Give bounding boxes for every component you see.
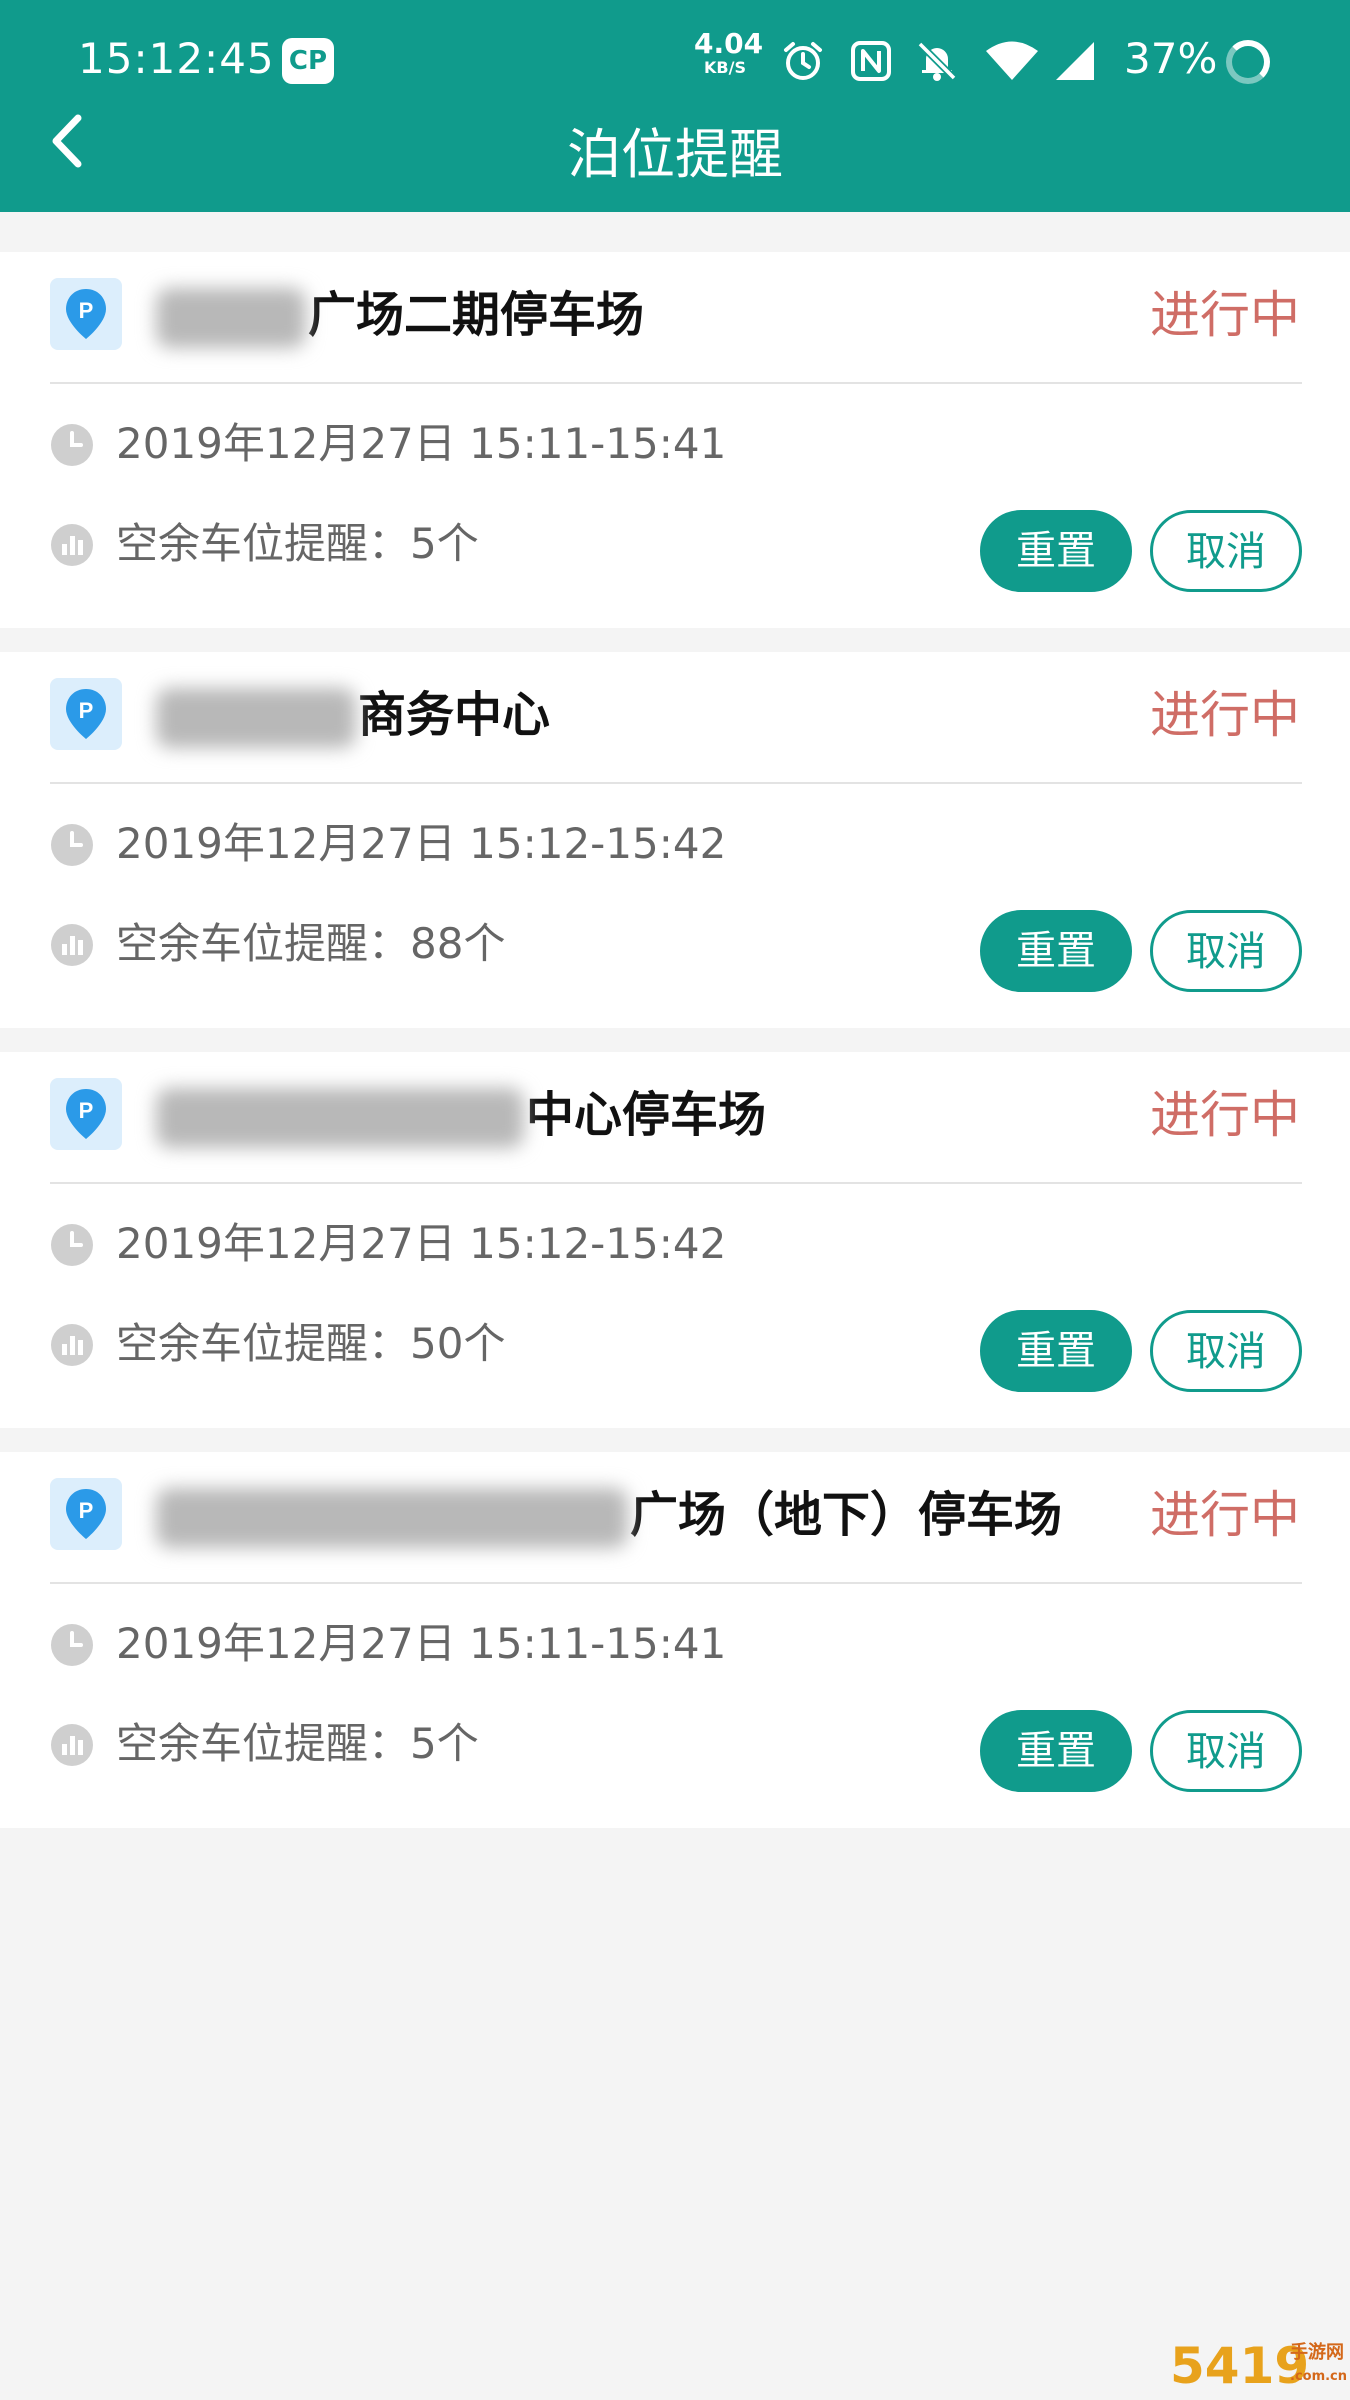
app-badge-icon: CP — [282, 38, 334, 84]
page-title: 泊位提醒 — [567, 123, 783, 186]
svg-text:P: P — [79, 1098, 94, 1123]
clock-icon — [51, 1624, 93, 1666]
alarm-icon — [784, 42, 822, 80]
parking-icon: P — [50, 278, 122, 350]
clock-icon — [51, 1224, 93, 1266]
cancel-button[interactable]: 取消 — [1150, 510, 1302, 592]
network-speed-unit: KB/S — [704, 58, 746, 77]
status-badge: 进行中 — [1150, 286, 1300, 344]
reminder-datetime: 2019年12月27日 15:11-15:41 — [116, 1619, 727, 1668]
wifi-icon — [986, 41, 1038, 80]
bar-chart-icon — [51, 1724, 93, 1766]
reset-button[interactable]: 重置 — [980, 1310, 1132, 1392]
parking-lot-name: 广场（地下）停车场 — [156, 1480, 1062, 1550]
mute-notifications-icon — [917, 41, 957, 81]
reset-button[interactable]: 重置 — [980, 510, 1132, 592]
svg-text:P: P — [79, 298, 94, 323]
spots-threshold: 空余车位提醒：50个 — [116, 1319, 506, 1368]
network-speed-value: 4.04 — [694, 27, 764, 60]
bar-chart-icon — [51, 924, 93, 966]
reminder-card[interactable]: P 商务中心 进行中 2019年12月27日 15:12-15:42 空余车位提… — [0, 652, 1350, 1028]
battery-icon — [1226, 40, 1270, 84]
reminder-datetime: 2019年12月27日 15:11-15:41 — [116, 419, 727, 468]
redacted-name-prefix — [156, 288, 306, 348]
spots-threshold: 空余车位提醒：88个 — [116, 919, 506, 968]
spots-threshold: 空余车位提醒：5个 — [116, 519, 479, 568]
parking-icon: P — [50, 678, 122, 750]
svg-text:P: P — [79, 1498, 94, 1523]
watermark-text: 手游网 .com.cn — [1290, 2342, 1348, 2384]
card-header: P 广场（地下）停车场 进行中 — [0, 1452, 1350, 1582]
app-header: 15:12:45 CP 4.04 KB/S 37% 泊位提醒 — [0, 0, 1350, 212]
clock-icon — [51, 824, 93, 866]
card-header: P 广场二期停车场 进行中 — [0, 252, 1350, 382]
bar-chart-icon — [51, 1324, 93, 1366]
divider — [50, 1182, 1302, 1184]
clock-icon — [51, 424, 93, 466]
parking-icon: P — [50, 1078, 122, 1150]
status-time: 15:12:45 — [78, 34, 275, 83]
svg-text:P: P — [79, 698, 94, 723]
bar-chart-icon — [51, 524, 93, 566]
parking-lot-name: 商务中心 — [156, 680, 550, 750]
reminder-card[interactable]: P 广场二期停车场 进行中 2019年12月27日 15:11-15:41 空余… — [0, 252, 1350, 628]
signal-icon — [1056, 42, 1094, 80]
reset-button[interactable]: 重置 — [980, 910, 1132, 992]
redacted-name-prefix — [156, 1488, 628, 1548]
redacted-name-prefix — [156, 688, 356, 748]
card-header: P 商务中心 进行中 — [0, 652, 1350, 782]
nfc-icon — [851, 41, 891, 81]
parking-icon: P — [50, 1478, 122, 1550]
watermark-logo: 5419 手游网 .com.cn — [1170, 2336, 1348, 2396]
redacted-name-prefix — [156, 1088, 524, 1148]
reminder-card[interactable]: P 中心停车场 进行中 2019年12月27日 15:12-15:42 空余车位… — [0, 1052, 1350, 1428]
parking-lot-name: 广场二期停车场 — [156, 280, 644, 350]
reminder-card[interactable]: P 广场（地下）停车场 进行中 2019年12月27日 15:11-15:41 … — [0, 1452, 1350, 1828]
cancel-button[interactable]: 取消 — [1150, 1710, 1302, 1792]
status-badge: 进行中 — [1150, 686, 1300, 744]
reset-button[interactable]: 重置 — [980, 1710, 1132, 1792]
reminder-datetime: 2019年12月27日 15:12-15:42 — [116, 1219, 727, 1268]
parking-lot-name: 中心停车场 — [156, 1080, 766, 1150]
battery-percent: 37% — [1124, 34, 1218, 83]
card-header: P 中心停车场 进行中 — [0, 1052, 1350, 1182]
cancel-button[interactable]: 取消 — [1150, 910, 1302, 992]
divider — [50, 382, 1302, 384]
network-speed: 4.04 KB/S — [694, 27, 764, 77]
reminder-datetime: 2019年12月27日 15:12-15:42 — [116, 819, 727, 868]
nav-bar: 泊位提醒 — [0, 100, 1350, 212]
spots-threshold: 空余车位提醒：5个 — [116, 1719, 479, 1768]
divider — [50, 782, 1302, 784]
status-badge: 进行中 — [1150, 1086, 1300, 1144]
divider — [50, 1582, 1302, 1584]
status-badge: 进行中 — [1150, 1486, 1300, 1544]
watermark-number: 5419 — [1170, 2337, 1310, 2395]
cancel-button[interactable]: 取消 — [1150, 1310, 1302, 1392]
